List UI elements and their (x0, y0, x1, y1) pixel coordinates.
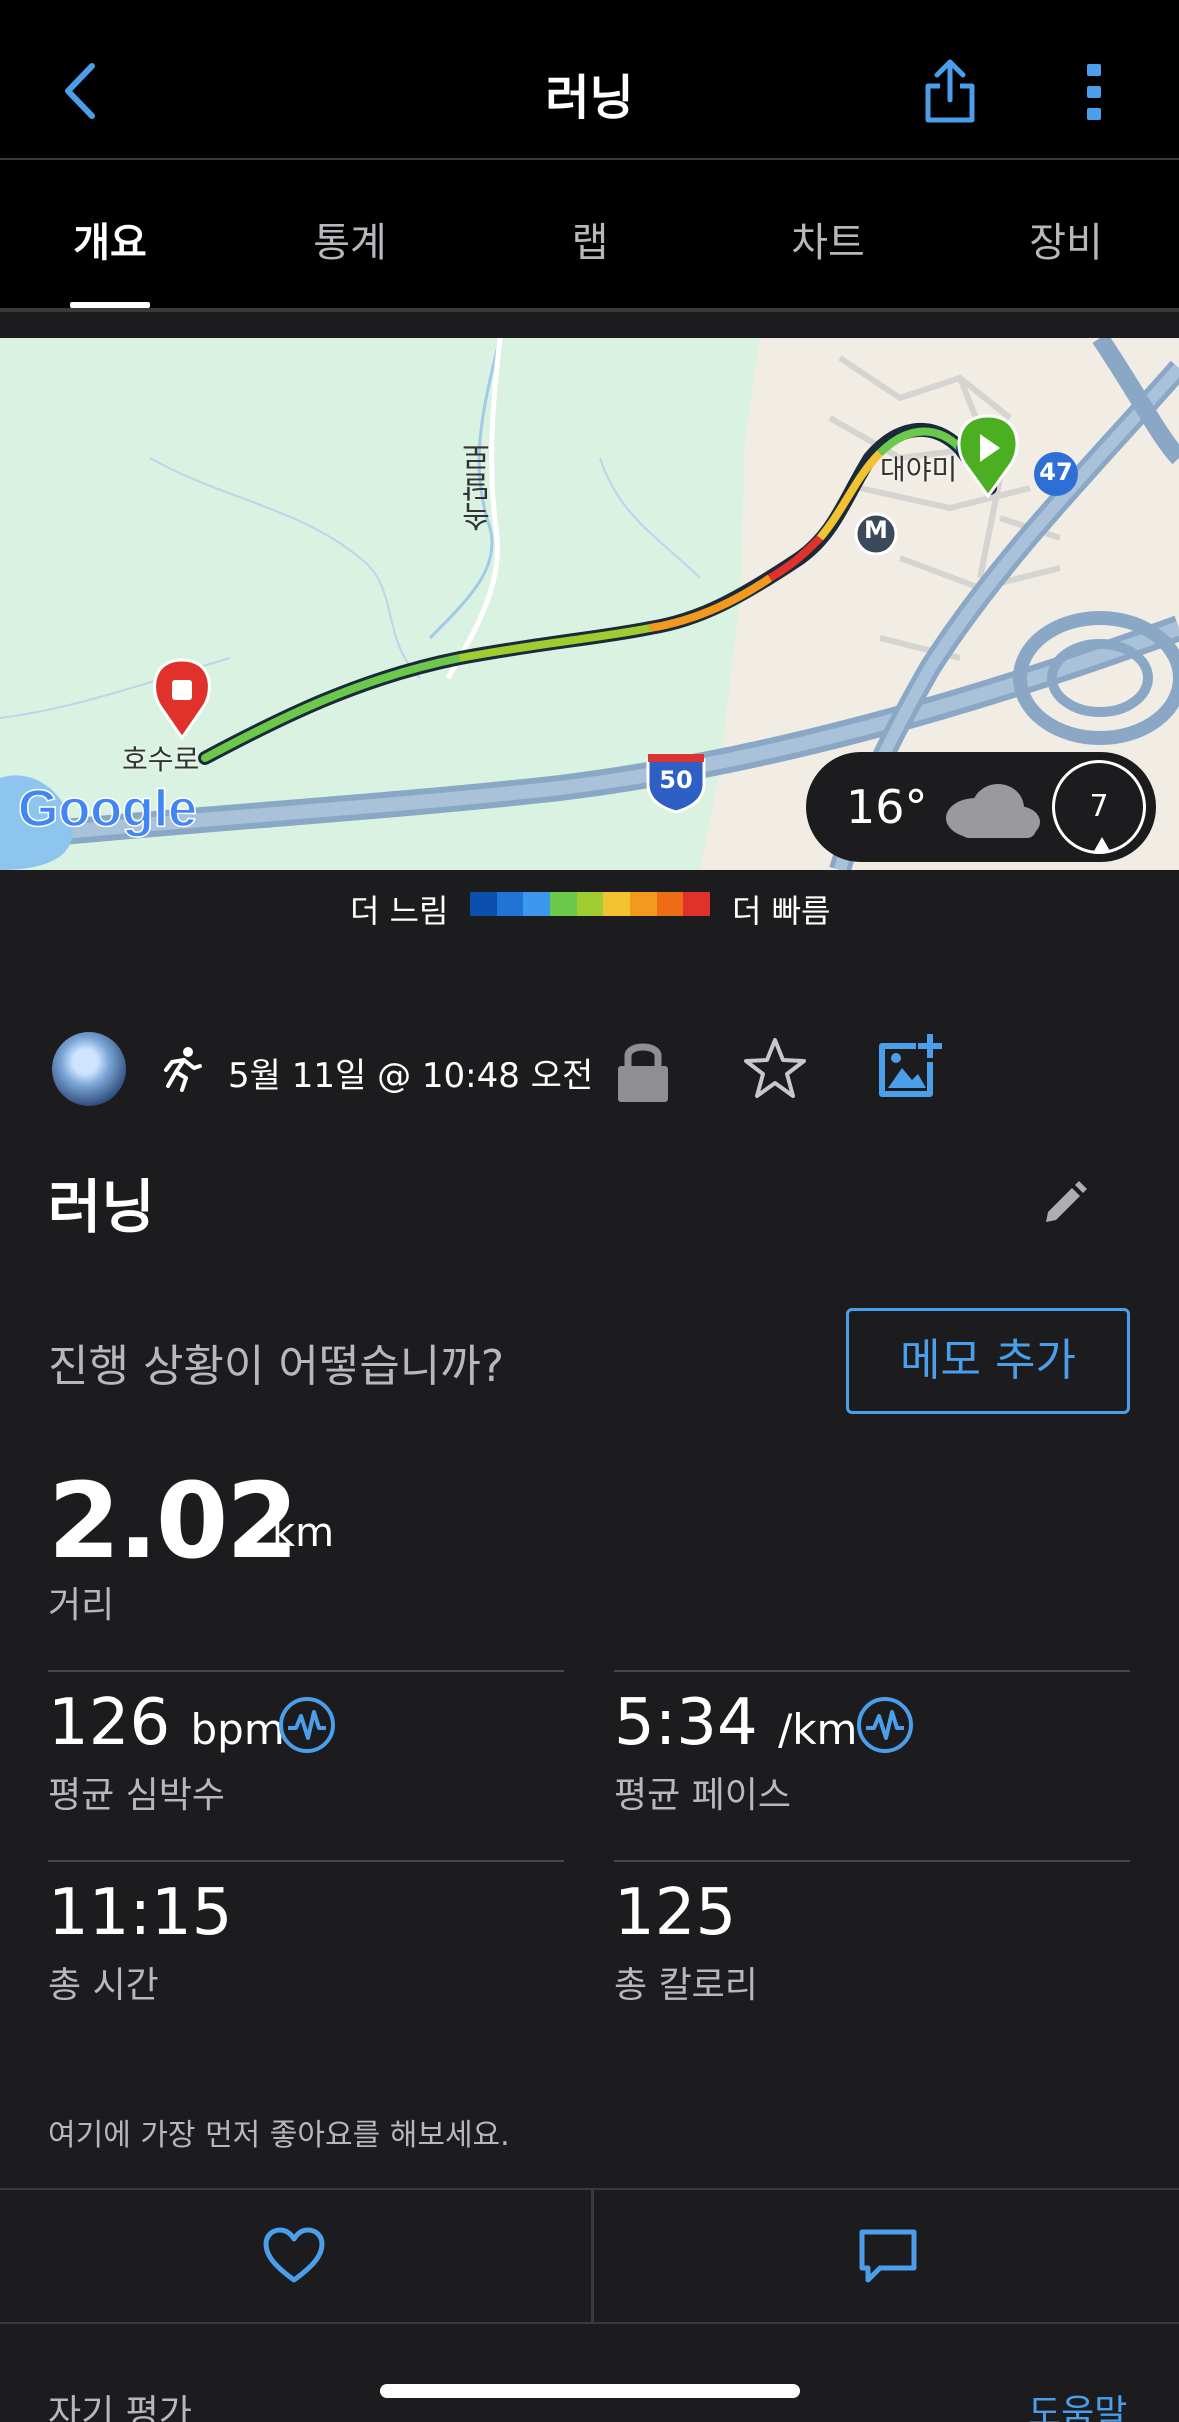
metro-icon: M (864, 516, 888, 544)
pace-unit: /km (778, 1705, 858, 1754)
like-prompt: 여기에 가장 먼저 좋아요를 해보세요. (48, 2118, 510, 2153)
distance-label: 거리 (48, 1585, 115, 1626)
avg-pace-value: 5:34 /km (614, 1686, 857, 1760)
avatar[interactable] (52, 1032, 126, 1106)
divider (614, 1670, 1130, 1672)
activity-date: 5월 11일 @ 10:48 오전 (228, 1056, 594, 1096)
pace-swatch (576, 892, 604, 916)
edit-pencil-icon[interactable] (1040, 1176, 1090, 1226)
divider (48, 1860, 564, 1862)
distance-value: 2.02 (48, 1460, 299, 1582)
pace-swatch (470, 892, 497, 916)
pace-chart-icon[interactable] (856, 1696, 914, 1754)
heart-rate-chart-icon[interactable] (278, 1696, 336, 1754)
map-label-end-place: 호수로 (122, 743, 200, 776)
pace-swatch (550, 892, 577, 916)
total-calories-value: 125 (614, 1876, 737, 1950)
social-action-bar (0, 2188, 1179, 2324)
share-icon[interactable] (920, 56, 980, 126)
add-photo-icon[interactable] (876, 1032, 944, 1100)
tab-gear[interactable]: 장비 (966, 210, 1166, 268)
more-vertical-icon[interactable] (1080, 62, 1108, 122)
heart-rate-number: 126 (48, 1686, 171, 1760)
tab-bar: 개요 통계 랩 차트 장비 (0, 160, 1179, 312)
total-time-value: 11:15 (48, 1876, 233, 1950)
page-title: 러닝 (545, 70, 634, 126)
progress-prompt: 진행 상황이 어떻습니까? (48, 1341, 505, 1392)
pace-swatch (523, 892, 551, 916)
divider (614, 1860, 1130, 1862)
pace-swatch (683, 892, 711, 916)
activity-title: 러닝 (48, 1173, 155, 1241)
active-tab-indicator (70, 302, 150, 308)
pace-swatch (603, 892, 631, 916)
tab-overview[interactable]: 개요 (10, 210, 210, 268)
google-logo: Google (18, 780, 197, 838)
home-indicator[interactable] (380, 2384, 800, 2398)
map-label-road: 속달로 (462, 442, 497, 532)
lock-icon[interactable] (614, 1036, 672, 1104)
divider (48, 1670, 564, 1672)
heart-rate-unit: bpm (190, 1705, 285, 1754)
weather-badge: 16° 7 (806, 752, 1156, 862)
add-memo-button[interactable]: 메모 추가 (846, 1308, 1130, 1414)
pace-color-scale (470, 892, 711, 916)
top-bar: 러닝 (0, 0, 1179, 160)
star-icon[interactable] (742, 1036, 808, 1102)
wind-speed: 7 (1089, 789, 1109, 824)
distance-unit: km (272, 1510, 335, 1556)
wind-direction-icon (1094, 837, 1110, 851)
pace-swatch (656, 892, 684, 916)
legend-fast-label: 더 빠름 (732, 892, 831, 930)
map-label-start-place: 대야미 (880, 453, 958, 486)
avg-heart-rate-value: 126 bpm (48, 1686, 285, 1760)
pace-number: 5:34 (614, 1686, 758, 1760)
pace-swatch (496, 892, 524, 916)
wind-dial: 7 (1052, 760, 1146, 854)
self-evaluation-label: 자기 평가 (48, 2393, 192, 2422)
pace-legend: 더 느림 더 빠름 (0, 880, 1179, 930)
like-button[interactable] (0, 2190, 588, 2324)
total-calories-label: 총 칼로리 (614, 1965, 758, 2006)
activity-meta-row: 5월 11일 @ 10:48 오전 (0, 1020, 1179, 1120)
tab-stats[interactable]: 통계 (250, 210, 450, 268)
total-time-label: 총 시간 (48, 1965, 159, 2006)
comment-button[interactable] (591, 2190, 1179, 2324)
avg-heart-rate-label: 평균 심박수 (48, 1775, 226, 1816)
comment-icon (859, 2229, 917, 2283)
tab-charts[interactable]: 차트 (728, 210, 928, 268)
legend-slow-label: 더 느림 (350, 892, 449, 930)
pace-swatch (630, 892, 657, 916)
tab-laps[interactable]: 랩 (490, 210, 690, 268)
running-icon (164, 1047, 202, 1092)
heart-icon (263, 2227, 325, 2283)
weather-temperature: 16° (846, 780, 928, 834)
route-shield-47: 47 (1039, 458, 1073, 486)
help-link[interactable]: 도움말 (1028, 2384, 1127, 2422)
avg-pace-label: 평균 페이스 (614, 1775, 792, 1816)
route-shield-50: 50 (659, 766, 693, 794)
cloud-icon (946, 784, 1040, 838)
